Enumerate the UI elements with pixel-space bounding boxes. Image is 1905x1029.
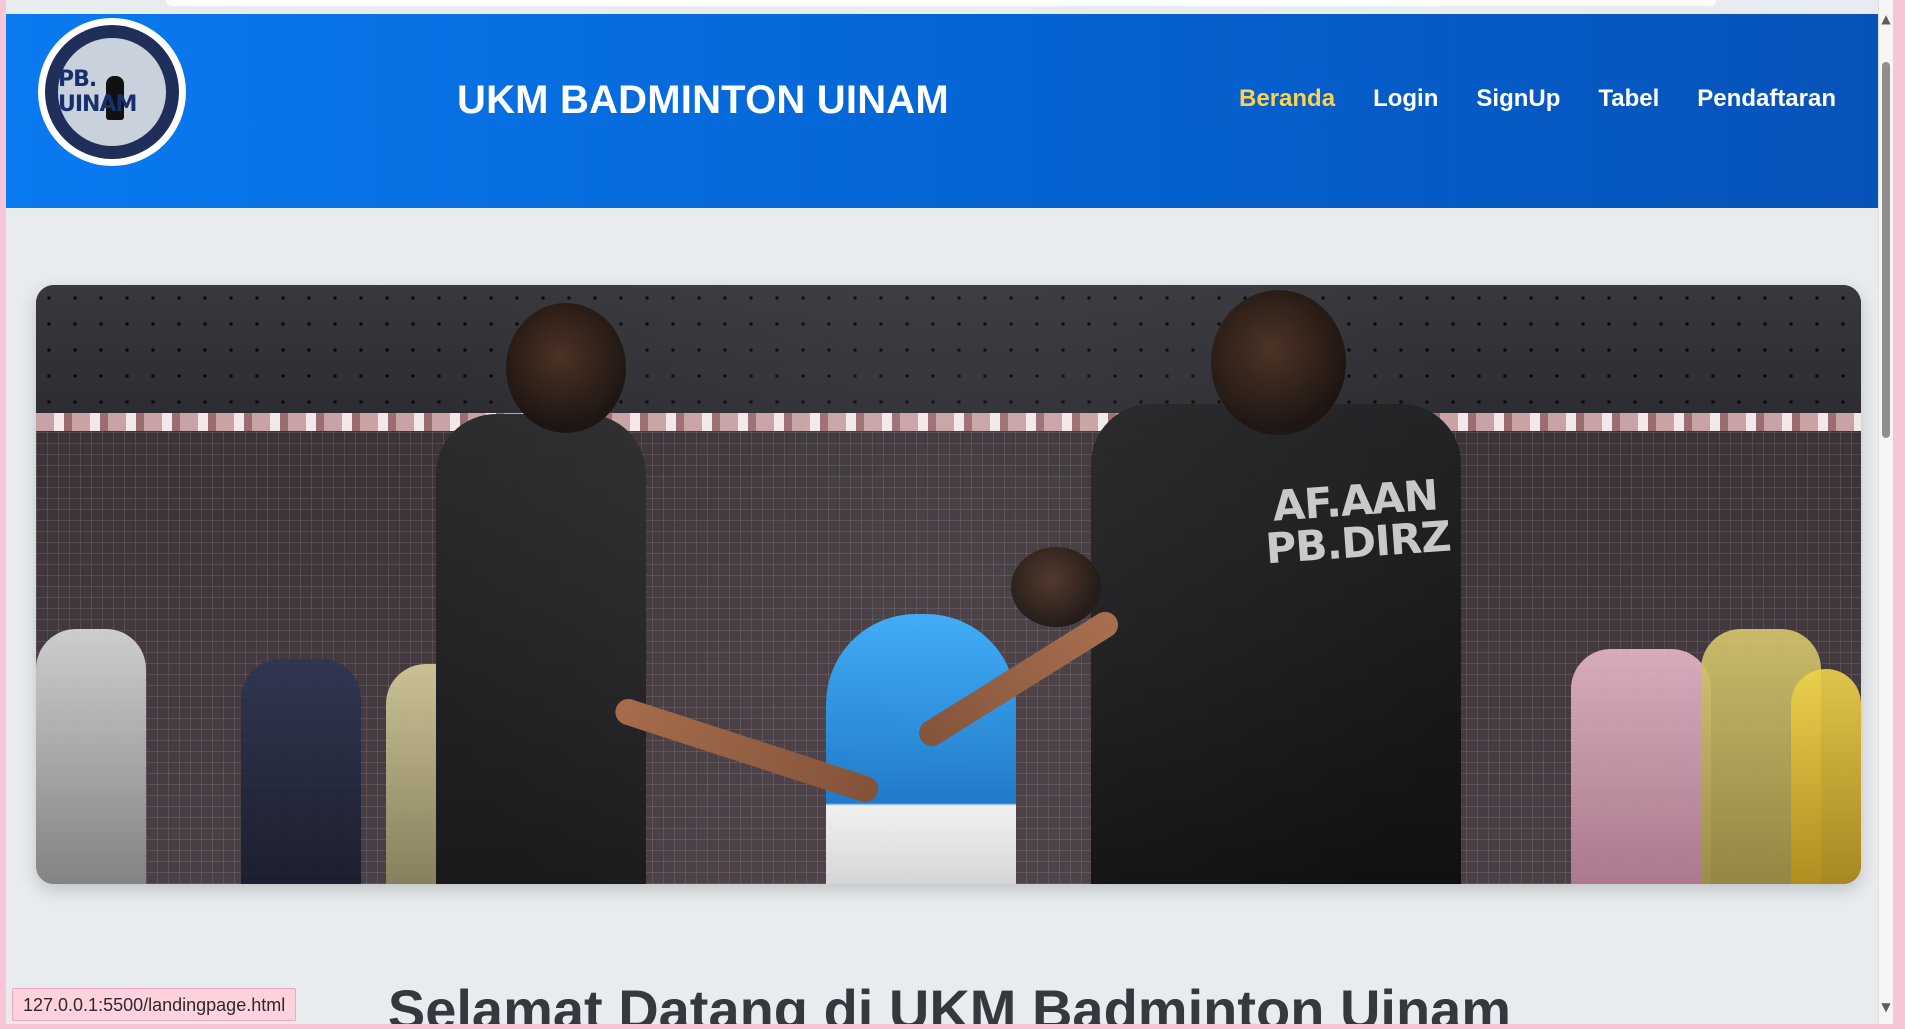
opponent-player bbox=[826, 614, 1016, 884]
main-navigation: Beranda Login SignUp Tabel Pendaftaran bbox=[1239, 84, 1836, 114]
jersey-text: AF.AAN PB.DIRZ bbox=[1261, 470, 1452, 574]
nav-tabel[interactable]: Tabel bbox=[1598, 84, 1659, 114]
nav-signup[interactable]: SignUp bbox=[1476, 84, 1560, 114]
vertical-scrollbar[interactable]: ▲ ▼ bbox=[1878, 0, 1893, 1024]
status-url: 127.0.0.1:5500/landingpage.html bbox=[12, 988, 297, 1021]
player-head bbox=[1011, 547, 1101, 627]
net-top-band bbox=[36, 413, 1861, 431]
spectator bbox=[241, 659, 361, 884]
site-logo[interactable]: PB. UINAM bbox=[38, 18, 186, 166]
nav-login[interactable]: Login bbox=[1373, 84, 1438, 114]
nav-beranda[interactable]: Beranda bbox=[1239, 84, 1335, 114]
spectator bbox=[1571, 649, 1711, 884]
nav-pendaftaran[interactable]: Pendaftaran bbox=[1697, 84, 1836, 114]
chevron-down-icon[interactable]: ▼ bbox=[1881, 998, 1891, 1016]
jersey-line-2: PB.DIRZ bbox=[1263, 511, 1452, 574]
gym-ceiling bbox=[36, 285, 1861, 425]
player-head bbox=[506, 303, 626, 433]
site-navbar: PB. UINAM UKM BADMINTON UINAM Beranda Lo… bbox=[6, 14, 1892, 208]
spectator bbox=[36, 629, 146, 884]
chevron-up-icon[interactable]: ▲ bbox=[1881, 10, 1891, 28]
logo-text: PB. UINAM bbox=[58, 67, 137, 117]
logo-badge: PB. UINAM bbox=[45, 25, 179, 159]
site-title: UKM BADMINTON UINAM bbox=[457, 78, 949, 122]
spectator bbox=[1791, 669, 1861, 884]
player-head bbox=[1211, 290, 1346, 435]
left-player bbox=[436, 414, 646, 884]
browser-top-strip bbox=[166, 0, 1716, 6]
logo-core: PB. UINAM bbox=[58, 38, 166, 146]
browser-page: PB. UINAM UKM BADMINTON UINAM Beranda Lo… bbox=[6, 0, 1893, 1024]
scroll-thumb[interactable] bbox=[1882, 62, 1890, 438]
hero-image: AF.AAN PB.DIRZ bbox=[36, 285, 1861, 884]
